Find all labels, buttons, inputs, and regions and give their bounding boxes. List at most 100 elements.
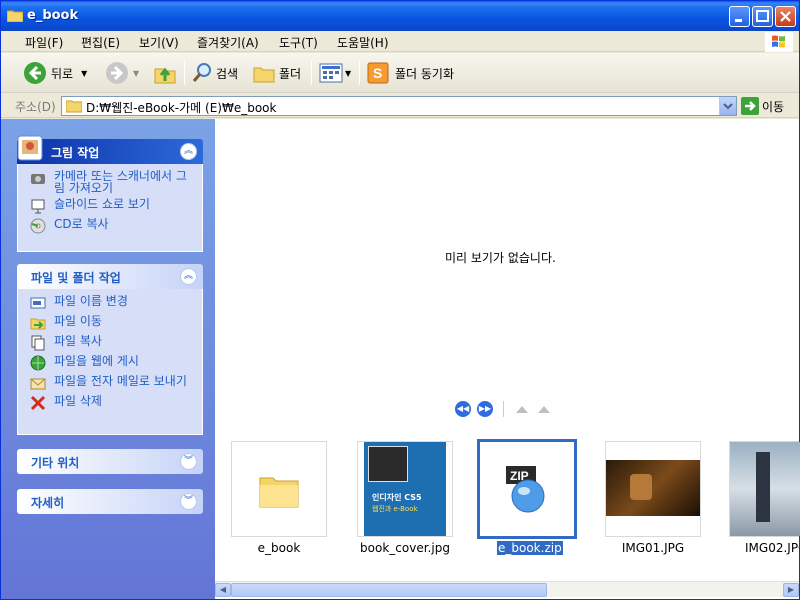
previous-image-icon[interactable]: ◀◀ [455, 401, 471, 417]
search-label: 검색 [216, 66, 239, 81]
folders-label: 폴더 [279, 66, 302, 81]
forward-arrow-icon [106, 62, 128, 84]
task-pane: 그림 작업 ︽ 카메라 또는 스캐너에서 그림 가져오기 슬라이드 쇼로 보기 … [1, 119, 215, 599]
scrollbar-thumb[interactable] [231, 583, 547, 597]
task-slideshow[interactable]: 슬라이드 쇼로 보기 [18, 198, 202, 214]
go-arrow-icon [741, 97, 759, 115]
task-email[interactable]: 파일을 전자 메일로 보내기 [18, 375, 202, 391]
scroll-left-icon[interactable]: ◀ [215, 583, 231, 597]
address-input[interactable]: D:₩웹진-eBook-가메 (E)₩e_book [61, 96, 737, 116]
chevron-up-icon[interactable]: ︽ [180, 143, 197, 160]
windows-logo-icon [765, 32, 793, 52]
go-button[interactable]: 이동 [741, 97, 784, 115]
thumbnail-img02[interactable] [729, 441, 800, 537]
thumbnail-folder[interactable] [231, 441, 327, 537]
window-title: e_book [27, 8, 79, 23]
cover-subtitle: 웹진과 e-Book [372, 505, 418, 513]
chevron-down-icon[interactable]: ︾ [180, 493, 197, 510]
rotate-clockwise-icon[interactable] [514, 403, 530, 415]
cd-icon [30, 218, 46, 234]
task-label: 슬라이드 쇼로 보기 [54, 197, 150, 211]
menu-favorites[interactable]: 즐겨찾기(A) [197, 34, 259, 51]
address-label: 주소(D) [15, 100, 56, 114]
details-header[interactable]: 자세히 ︾ [17, 489, 203, 514]
maximize-button[interactable] [752, 6, 773, 27]
file-name[interactable]: IMG02.JPG [745, 541, 799, 555]
next-image-icon[interactable]: ▶▶ [477, 401, 493, 417]
cover-title: 인디자인 CS5 [372, 493, 422, 502]
picture-tasks-header[interactable]: 그림 작업 ︽ [17, 135, 203, 164]
thumbnail-img01[interactable] [605, 441, 701, 537]
task-delete[interactable]: 파일 삭제 [18, 395, 202, 411]
forward-button[interactable]: ▼ [105, 59, 139, 87]
minimize-icon [735, 19, 742, 22]
minimize-button[interactable] [729, 6, 750, 27]
views-dropdown-icon[interactable]: ▼ [345, 69, 351, 78]
back-dropdown-icon[interactable]: ▼ [81, 69, 87, 78]
forward-dropdown-icon[interactable]: ▼ [133, 69, 139, 78]
search-button[interactable]: 검색 [191, 59, 238, 87]
slideshow-icon [31, 199, 45, 214]
chevron-down-icon[interactable]: ︾ [180, 453, 197, 470]
task-label: 카메라 또는 스캐너에서 그림 가져오기 [54, 169, 187, 195]
address-value: D:₩웹진-eBook-가메 (E)₩e_book [86, 101, 277, 115]
folders-button[interactable]: 폴더 [253, 59, 301, 87]
menu-edit[interactable]: 편집(E) [81, 34, 120, 51]
task-import-from-camera[interactable]: 카메라 또는 스캐너에서 그림 가져오기 [18, 170, 202, 194]
thumbnail-zip[interactable]: ZIP [477, 439, 577, 539]
gavel-shape [630, 474, 652, 500]
title-bar[interactable]: e_book [1, 1, 799, 31]
filmstrip-view: 미리 보기가 없습니다. ◀◀ ▶▶ e_book 인디자인 CS5 웹진과 e… [215, 119, 800, 599]
zip-icon: ZIP [506, 466, 545, 513]
file-name[interactable]: e_book.zip [497, 541, 563, 555]
back-label: 뒤로 [51, 66, 74, 81]
address-bar: 주소(D) D:₩웹진-eBook-가메 (E)₩e_book 이동 [1, 94, 799, 118]
task-label: 파일 이름 변경 [54, 294, 128, 308]
copy-icon [31, 335, 45, 351]
back-arrow-icon [24, 62, 46, 84]
horizontal-scrollbar[interactable]: ◀ ▶ [215, 581, 799, 597]
file-name[interactable]: e_book [231, 541, 327, 555]
task-label: 파일 복사 [54, 334, 102, 348]
task-move[interactable]: 파일 이동 [18, 315, 202, 331]
menu-help[interactable]: 도움말(H) [337, 34, 389, 51]
up-button[interactable] [153, 59, 177, 87]
folder-icon [66, 100, 82, 113]
chevron-up-icon[interactable]: ︽ [180, 268, 197, 285]
menu-tools[interactable]: 도구(T) [279, 34, 318, 51]
task-rename[interactable]: 파일 이름 변경 [18, 295, 202, 311]
picture-tasks-icon [17, 135, 43, 161]
scroll-right-icon[interactable]: ▶ [783, 583, 799, 597]
file-name[interactable]: book_cover.jpg [353, 541, 457, 555]
task-label: 파일을 전자 메일로 보내기 [54, 374, 187, 388]
file-tasks-body: 파일 이름 변경 파일 이동 파일 복사 파일을 웹에 게시 파일을 전자 메일… [17, 289, 203, 435]
picture-tasks-body: 카메라 또는 스캐너에서 그림 가져오기 슬라이드 쇼로 보기 CD로 복사 [17, 164, 203, 252]
back-button[interactable]: 뒤로 ▼ [23, 59, 87, 87]
menu-view[interactable]: 보기(V) [139, 34, 179, 51]
file-name[interactable]: IMG01.JPG [605, 541, 701, 555]
task-copy-to-cd[interactable]: CD로 복사 [18, 218, 202, 234]
close-button[interactable] [775, 6, 796, 27]
file-tasks-header[interactable]: 파일 및 폴더 작업 ︽ [17, 264, 203, 289]
menu-file[interactable]: 파일(F) [25, 34, 63, 51]
toolbar-separator [184, 61, 185, 85]
task-label: 파일을 웹에 게시 [54, 354, 139, 368]
folder-sync-button[interactable]: S 폴더 동기화 [367, 59, 454, 87]
task-copy[interactable]: 파일 복사 [18, 335, 202, 351]
rotate-counterclockwise-icon[interactable] [536, 403, 552, 415]
picture-tasks-title: 그림 작업 [51, 146, 100, 160]
folders-icon [253, 67, 275, 83]
details-title: 자세히 [31, 496, 65, 510]
preview-area: 미리 보기가 없습니다. ◀◀ ▶▶ [215, 119, 799, 429]
thumbnail-book-cover[interactable]: 인디자인 CS5 웹진과 e-Book [357, 441, 453, 537]
toolbar-separator [311, 61, 312, 85]
other-places-title: 기타 위치 [31, 456, 80, 470]
task-publish-web[interactable]: 파일을 웹에 게시 [18, 355, 202, 371]
explorer-window: e_book 파일(F) 편집(E) 보기(V) 즐겨찾기(A) 도구(T) 도… [0, 0, 800, 600]
filmstrip: e_book 인디자인 CS5 웹진과 e-Book book_cover.jp… [215, 435, 800, 581]
img02-image [730, 442, 800, 536]
address-dropdown-button[interactable] [719, 97, 736, 115]
other-places-header[interactable]: 기타 위치 ︾ [17, 449, 203, 474]
views-button[interactable]: ▼ [319, 59, 351, 87]
camera-icon [31, 174, 45, 184]
